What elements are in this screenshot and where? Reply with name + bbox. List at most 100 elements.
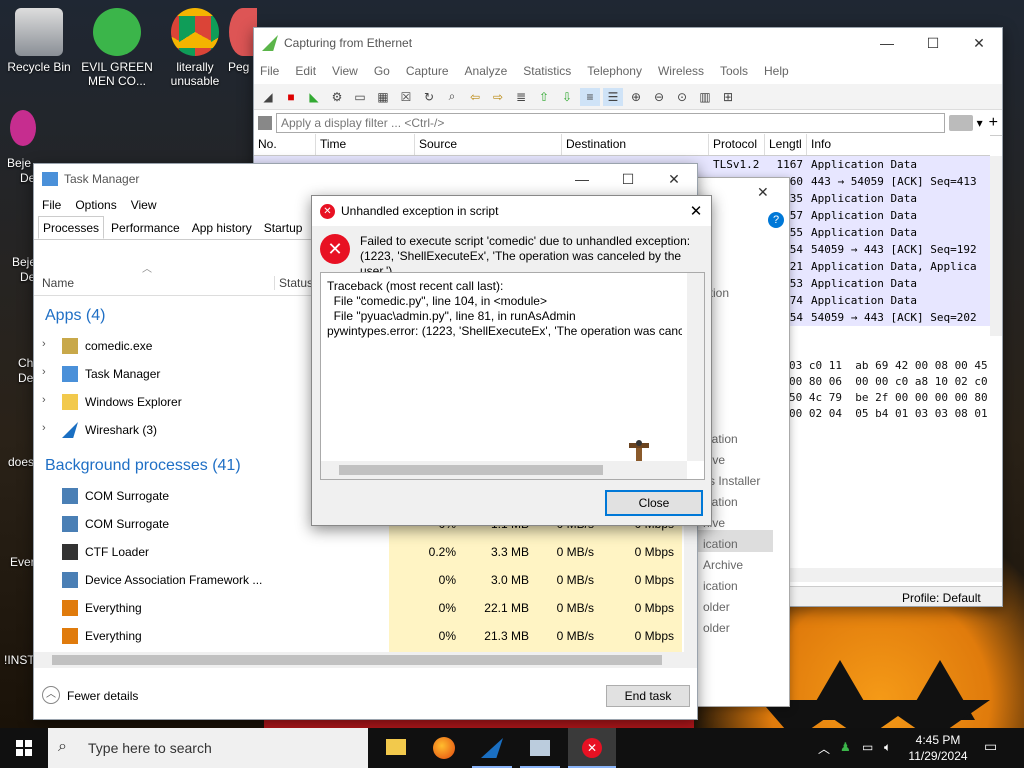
chevron-up-icon[interactable]: ︿ [818,740,830,757]
help-icon[interactable]: ? [768,212,784,228]
menu-edit[interactable]: Edit [295,64,316,78]
menu-options[interactable]: Options [75,198,116,212]
minimize-button[interactable]: — [559,164,605,194]
dialog-item[interactable]: Archive [703,558,743,572]
desktop-icon-recycle-bin[interactable]: Recycle Bin [2,8,76,74]
find-icon[interactable]: ⌕ [442,88,462,106]
people-icon[interactable]: ♟ [840,740,851,754]
dialog-item[interactable]: older [703,621,730,635]
close-button[interactable]: ✕ [956,28,1002,58]
chevron-up-icon[interactable]: ︿ [42,686,60,704]
save-file-icon[interactable]: ▦ [373,88,393,106]
menu-file[interactable]: File [42,198,61,212]
last-packet-icon[interactable]: ⇩ [557,88,577,106]
profile-status[interactable]: Profile: Default [902,591,981,605]
menu-statistics[interactable]: Statistics [523,64,571,78]
autoscroll-icon[interactable]: ≡ [580,87,600,106]
process-row[interactable]: CTF Loader 0.2% 3.3 MB 0 MB/s 0 Mbps [34,538,684,566]
tab-processes[interactable]: Processes [38,216,105,239]
traceback-box[interactable]: Traceback (most recent call last): File … [320,272,705,480]
first-packet-icon[interactable]: ⇧ [534,88,554,106]
expand-chevron-icon[interactable]: › [42,394,46,406]
bookmark-icon[interactable] [258,115,272,130]
dialog-item[interactable]: older [703,600,730,614]
forward-icon[interactable]: ⇨ [488,88,508,106]
taskbar-firefox[interactable] [420,728,468,768]
end-task-button[interactable]: End task [606,685,690,707]
menu-capture[interactable]: Capture [406,64,449,78]
taskbar-task-manager[interactable] [516,728,564,768]
maximize-button[interactable]: ☐ [910,28,956,58]
back-icon[interactable]: ⇦ [465,88,485,106]
process-row[interactable]: Everything 0% 22.1 MB 0 MB/s 0 Mbps [34,594,684,622]
zoom-reset-icon[interactable]: ⊙ [672,88,692,106]
heart-icon[interactable] [10,110,36,146]
col-no[interactable]: No. [254,134,316,155]
tab-performance[interactable]: Performance [106,216,185,239]
resize-columns-icon[interactable]: ▥ [695,88,715,106]
network-icon[interactable]: ▭ [862,740,873,754]
reload-icon[interactable]: ↻ [419,88,439,106]
taskbar-file-explorer[interactable] [372,728,420,768]
close-button[interactable]: ✕ [651,164,697,194]
menu-tools[interactable]: Tools [720,64,748,78]
col-info[interactable]: Info [807,134,990,155]
expand-icon[interactable]: ⊞ [718,88,738,106]
open-file-icon[interactable]: ▭ [350,88,370,106]
menu-analyze[interactable]: Analyze [465,64,508,78]
process-row[interactable]: Device Association Framework ... 0% 3.0 MB… [34,566,684,594]
start-button[interactable] [0,728,48,768]
add-filter-button[interactable]: + [989,114,998,132]
zoom-out-icon[interactable]: ⊖ [649,88,669,106]
menu-telephony[interactable]: Telephony [587,64,642,78]
dialog-item[interactable]: ication [703,537,738,551]
stop-capture-icon[interactable]: ■ [281,88,301,106]
menu-help[interactable]: Help [764,64,789,78]
menu-go[interactable]: Go [374,64,390,78]
display-filter-input[interactable]: Apply a display filter ... <Ctrl-/> [276,112,945,133]
col-length[interactable]: Lengtl [765,134,807,155]
expand-chevron-icon[interactable]: › [42,422,46,434]
tab-app-history[interactable]: App history [187,216,257,239]
col-status[interactable]: Status [274,276,313,290]
goto-packet-icon[interactable]: ≣ [511,88,531,106]
traceback-vertical-scrollbar[interactable] [687,273,704,461]
desktop-icon-evil-green-men[interactable]: EVIL GREEN MEN CO... [80,8,154,88]
menu-file[interactable]: File [260,64,279,78]
close-icon[interactable]: ✕ [757,184,769,201]
close-icon[interactable]: ✕ [681,202,711,220]
fewer-details-link[interactable]: Fewer details [67,689,138,703]
horizontal-scrollbar[interactable] [34,652,697,668]
minimize-button[interactable]: — [864,28,910,58]
capture-options-icon[interactable]: ⚙ [327,88,347,106]
desktop-icon-literally-unusable[interactable]: literally unusable [158,8,232,88]
taskbar-search[interactable]: ⌕ Type here to search [48,728,368,768]
packet-list-scrollbar[interactable] [990,156,1002,336]
col-source[interactable]: Source [415,134,562,155]
dialog-item[interactable]: ication [703,579,738,593]
taskbar-clock[interactable]: 4:45 PM 11/29/2024 [898,732,978,764]
col-protocol[interactable]: Protocol [709,134,765,155]
col-destination[interactable]: Destination [562,134,709,155]
taskbar-error-app[interactable]: ✕ [568,728,616,768]
col-name[interactable]: Name [42,276,74,290]
notifications-icon[interactable]: ▭ [984,738,997,755]
close-button[interactable]: Close [605,490,703,516]
menu-view[interactable]: View [332,64,358,78]
hex-pane-scrollbar[interactable] [789,568,1002,582]
traceback-horizontal-scrollbar[interactable] [321,461,687,479]
taskbar-wireshark[interactable] [468,728,516,768]
close-file-icon[interactable]: ☒ [396,88,416,106]
tab-startup[interactable]: Startup [259,216,308,239]
menu-wireless[interactable]: Wireless [658,64,704,78]
scrollbar-thumb[interactable] [339,465,603,475]
filter-dropdown-icon[interactable]: ▾ [977,116,983,130]
sort-chevron-icon[interactable]: ︿ [142,260,152,275]
maximize-button[interactable]: ☐ [605,164,651,194]
col-time[interactable]: Time [316,134,415,155]
apply-filter-icon[interactable] [948,114,973,131]
expand-chevron-icon[interactable]: › [42,338,46,350]
expand-chevron-icon[interactable]: › [42,366,46,378]
start-capture-icon[interactable]: ◢ [258,88,278,106]
volume-icon[interactable]: 🔈︎ [884,740,891,755]
